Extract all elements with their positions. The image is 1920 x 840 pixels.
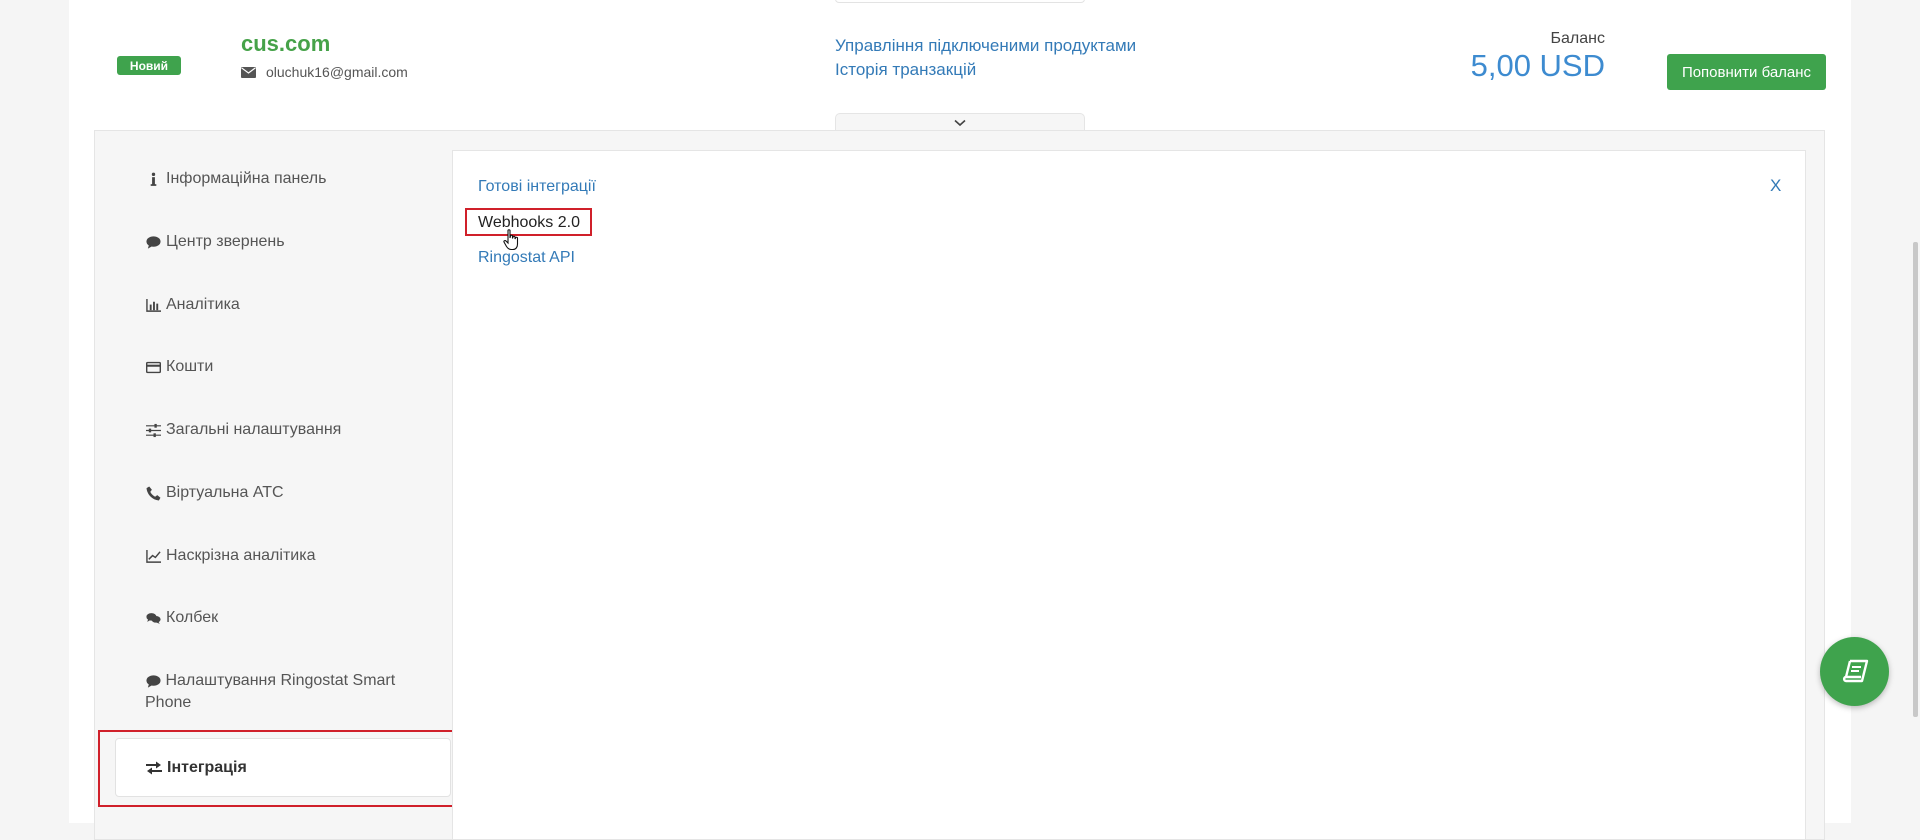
webhooks-link[interactable]: Webhooks 2.0: [478, 214, 580, 232]
header-links: Управління підключеними продуктами Істор…: [835, 34, 1136, 82]
knowledge-base-button[interactable]: [1820, 637, 1889, 706]
sidebar-item-integration[interactable]: Інтеграція: [115, 738, 451, 797]
sidebar-item-callback[interactable]: Колбек: [145, 607, 415, 629]
close-button[interactable]: X: [1770, 176, 1781, 196]
manage-products-link[interactable]: Управління підключеними продуктами: [835, 34, 1136, 58]
exchange-icon: [146, 761, 162, 774]
sidebar-item-label: Кошти: [166, 358, 214, 375]
top-tab-strip: [835, 0, 1085, 3]
chevron-down-icon: [954, 119, 966, 126]
balance-label: Баланс: [1550, 30, 1605, 47]
sidebar-item-label: Віртуальна АТС: [166, 484, 284, 501]
sidebar-item-support[interactable]: Центр звернень: [145, 231, 415, 253]
email-row: oluchuk16@gmail.com: [241, 64, 408, 80]
credit-card-icon: [145, 356, 161, 378]
sidebar-item-general-settings[interactable]: Загальні налаштування: [145, 419, 415, 441]
envelope-icon: [241, 66, 256, 78]
line-chart-icon: [145, 545, 161, 567]
sidebar-item-end-to-end-analytics[interactable]: Наскрізна аналітика: [145, 545, 415, 567]
phone-icon: [145, 482, 161, 504]
ringostat-api-link[interactable]: Ringostat API: [478, 249, 575, 267]
sidebar-item-label-wrap: Налаштування Ringostat Smart Phone: [145, 670, 415, 714]
sidebar-item-label: Налаштування Ringostat Smart Phone: [145, 672, 396, 712]
comments-icon: [145, 607, 161, 629]
sidebar-item-analytics[interactable]: Аналітика: [145, 294, 415, 316]
sidebar-item-label: Інтеграція: [167, 758, 247, 776]
status-badge: Новий: [117, 56, 181, 75]
sidebar-item-dashboard[interactable]: Інформаційна панель: [145, 168, 415, 190]
collapse-toggle[interactable]: [835, 113, 1085, 131]
sidebar-item-label: Інформаційна панель: [166, 170, 327, 187]
info-icon: [145, 168, 161, 190]
topup-balance-button[interactable]: Поповнити баланс: [1667, 54, 1826, 90]
transaction-history-link[interactable]: Історія транзакцій: [835, 58, 1136, 82]
sidebar-item-smart-phone-settings[interactable]: Налаштування Ringostat Smart Phone: [145, 670, 415, 714]
hand-cursor-icon: [503, 229, 519, 251]
sliders-icon: [145, 419, 161, 441]
sidebar-item-label: Центр звернень: [166, 233, 285, 250]
account-name: cus.com: [241, 31, 331, 56]
sidebar-item-label: Загальні налаштування: [166, 421, 342, 438]
email-text: oluchuk16@gmail.com: [266, 64, 408, 80]
scrollbar-thumb[interactable]: [1913, 242, 1918, 717]
ready-integrations-link[interactable]: Готові інтеграції: [478, 178, 596, 196]
comment-icon: [145, 670, 161, 692]
sidebar-item-label: Колбек: [166, 609, 219, 626]
content-panel: [452, 150, 1806, 840]
sidebar-item-label: Наскрізна аналітика: [166, 547, 316, 564]
sidebar-item-virtual-pbx[interactable]: Віртуальна АТС: [145, 482, 415, 504]
book-icon: [1842, 659, 1868, 682]
bar-chart-icon: [145, 294, 161, 316]
comment-icon: [145, 231, 161, 253]
sidebar-item-label: Аналітика: [166, 296, 240, 313]
sidebar-item-funds[interactable]: Кошти: [145, 356, 415, 378]
balance-value: 5,00 USD: [1470, 48, 1605, 83]
